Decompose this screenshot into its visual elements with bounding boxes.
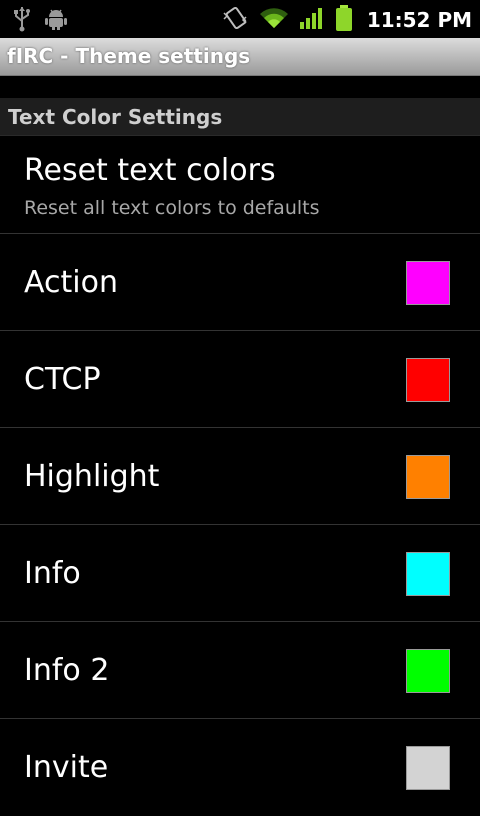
status-bar: 11:52 PM bbox=[0, 0, 480, 38]
scroll-spacer bbox=[0, 76, 480, 98]
color-item-info[interactable]: Info bbox=[0, 525, 480, 622]
reset-text-colors-item[interactable]: Reset text colors Reset all text colors … bbox=[0, 136, 480, 234]
color-swatch[interactable] bbox=[406, 746, 450, 790]
color-item-ctcp[interactable]: CTCP bbox=[0, 331, 480, 428]
status-time: 11:52 PM bbox=[366, 8, 472, 32]
color-label: Highlight bbox=[24, 459, 160, 494]
color-item-invite[interactable]: Invite bbox=[0, 719, 480, 816]
color-swatch[interactable] bbox=[406, 455, 450, 499]
color-label: Info 2 bbox=[24, 653, 110, 688]
section-header: Text Color Settings bbox=[0, 98, 480, 136]
vibrate-icon bbox=[221, 5, 249, 35]
color-swatch[interactable] bbox=[406, 261, 450, 305]
page-title: fIRC - Theme settings bbox=[7, 44, 251, 68]
section-title: Text Color Settings bbox=[8, 105, 223, 129]
color-label: CTCP bbox=[24, 362, 101, 397]
reset-summary: Reset all text colors to defaults bbox=[24, 197, 320, 219]
color-label: Action bbox=[24, 265, 118, 300]
color-item-action[interactable]: Action bbox=[0, 234, 480, 331]
color-label: Info bbox=[24, 556, 81, 591]
color-swatch[interactable] bbox=[406, 649, 450, 693]
color-swatch[interactable] bbox=[406, 358, 450, 402]
battery-icon bbox=[335, 4, 353, 36]
color-item-highlight[interactable]: Highlight bbox=[0, 428, 480, 525]
color-item-info-2[interactable]: Info 2 bbox=[0, 622, 480, 719]
wifi-icon bbox=[259, 6, 289, 34]
reset-title: Reset text colors bbox=[24, 153, 276, 188]
color-swatch[interactable] bbox=[406, 552, 450, 596]
signal-icon bbox=[299, 6, 325, 34]
usb-icon bbox=[12, 6, 32, 36]
color-label: Invite bbox=[24, 750, 109, 785]
android-debug-icon bbox=[44, 7, 68, 35]
title-bar: fIRC - Theme settings bbox=[0, 38, 480, 76]
